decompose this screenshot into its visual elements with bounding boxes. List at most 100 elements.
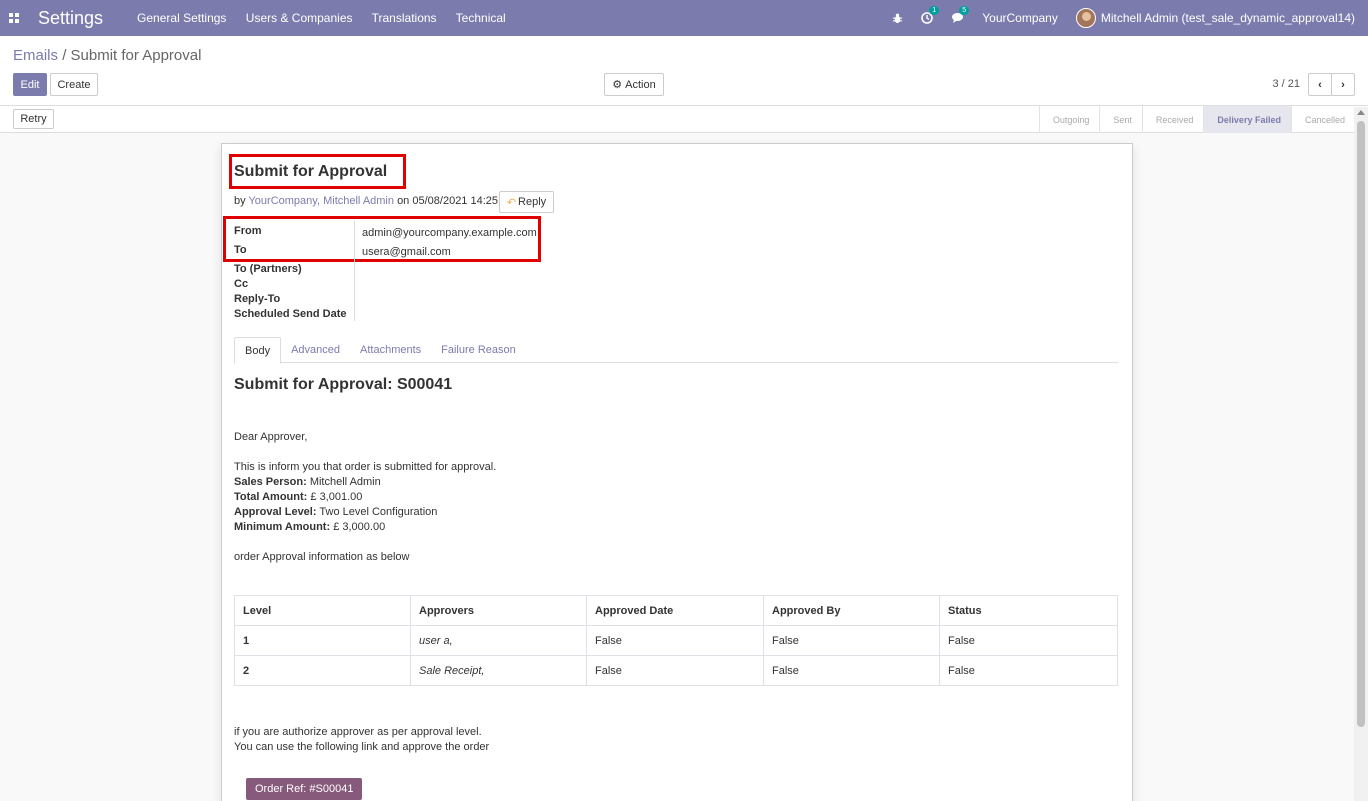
order-ref-button[interactable]: Order Ref: #S00041 (246, 778, 363, 800)
email-author-link[interactable]: YourCompany, Mitchell Admin (248, 195, 394, 207)
email-field-values: admin@yourcompany.example.com usera@gmai… (362, 224, 537, 262)
scrollbar-thumb[interactable] (1357, 121, 1365, 727)
tab-attachments[interactable]: Attachments (350, 337, 431, 363)
edit-button[interactable]: Edit (13, 73, 47, 96)
reply-icon: ↶ (506, 196, 517, 209)
cell-status: False (939, 625, 1118, 656)
user-name: Mitchell Admin (test_sale_dynamic_approv… (1100, 11, 1355, 25)
menu-technical[interactable]: Technical (456, 11, 506, 25)
body-footer: if you are authorize approver as per app… (234, 725, 489, 755)
scroll-up-arrow-icon[interactable] (1357, 110, 1365, 115)
meta-by: by (234, 195, 246, 207)
body-footer-line-2: You can use the following link and appro… (234, 741, 490, 753)
cell-approvers: user a, (410, 625, 587, 656)
tab-advanced[interactable]: Advanced (281, 337, 350, 363)
breadcrumb-separator: / (62, 47, 67, 64)
menu-general-settings[interactable]: General Settings (137, 11, 226, 25)
label-scheduled-send-date: Scheduled Send Date (234, 308, 347, 320)
col-approvers: Approvers (410, 595, 587, 626)
col-approved-by: Approved By (763, 595, 940, 626)
stage-received: Received (1141, 106, 1204, 133)
cell-approved-date: False (586, 625, 764, 656)
notebook-tabs: Body Advanced Attachments Failure Reason (234, 337, 1118, 364)
body-details: This is inform you that order is submitt… (234, 460, 496, 535)
body-total-amount: Total Amount: £ 3,001.00 (234, 491, 363, 503)
top-menu: General Settings Users & Companies Trans… (137, 11, 522, 25)
stage-sent: Sent (1099, 106, 1142, 133)
debug-bug-icon[interactable] (892, 13, 903, 24)
page-scrollbar[interactable] (1354, 107, 1368, 801)
navbar-systray: 1 5 YourCompany Mitchell Admin (test_sal… (892, 0, 1368, 36)
form-view-area: Submit for Approval by YourCompany, Mitc… (0, 134, 1354, 801)
control-panel: Emails / Submit for Approval Edit Create… (0, 36, 1368, 106)
user-menu[interactable]: Mitchell Admin (test_sale_dynamic_approv… (1075, 8, 1355, 28)
pager-next-button[interactable]: › (1331, 73, 1355, 96)
stage-cancelled: Cancelled (1290, 106, 1355, 133)
email-subject: Submit for Approval (234, 163, 388, 180)
email-date: 05/08/2021 14:25:11 (412, 195, 513, 207)
approval-table: Level Approvers Approved Date Approved B… (234, 595, 1118, 686)
label-to: To (234, 244, 247, 256)
chevron-right-icon: › (1341, 78, 1345, 91)
body-footer-line-1: if you are authorize approver as per app… (234, 726, 482, 738)
tab-body[interactable]: Body (234, 337, 282, 364)
menu-translations[interactable]: Translations (372, 11, 437, 25)
create-button[interactable]: Create (50, 73, 98, 96)
activity-clock-icon[interactable]: 1 (921, 6, 940, 24)
label-from: From (234, 225, 262, 237)
pager-previous-button[interactable]: ‹ (1308, 73, 1332, 96)
cell-approved-by: False (763, 625, 940, 656)
body-greeting: Dear Approver, (234, 431, 308, 443)
cell-level: 1 (234, 625, 411, 656)
activity-count-badge: 1 (929, 6, 940, 15)
col-status: Status (939, 595, 1118, 626)
breadcrumb-emails-link[interactable]: Emails (13, 47, 58, 64)
breadcrumb-current: Submit for Approval (70, 47, 202, 64)
stage-outgoing: Outgoing (1038, 106, 1100, 133)
to-value: usera@gmail.com (362, 246, 451, 258)
form-statusbar: Retry Outgoing Sent Received Delivery Fa… (0, 106, 1368, 133)
form-sheet: Submit for Approval by YourCompany, Mitc… (221, 143, 1133, 801)
user-avatar (1075, 8, 1096, 28)
retry-button[interactable]: Retry (13, 109, 54, 129)
label-to-partners: To (Partners) (234, 263, 302, 275)
body-info: order Approval information as below (234, 551, 410, 563)
pager-value[interactable]: 3 / 21 (1272, 78, 1300, 90)
stage-delivery-failed: Delivery Failed (1203, 106, 1291, 133)
cell-level: 2 (234, 655, 411, 686)
cell-status: False (939, 655, 1118, 686)
cell-approved-by: False (763, 655, 940, 686)
top-navbar: Settings General Settings Users & Compan… (0, 0, 1368, 36)
gear-icon: ⚙ (612, 79, 623, 91)
col-level: Level (234, 595, 411, 626)
col-approved-date: Approved Date (586, 595, 764, 626)
reply-button[interactable]: ↶ Reply (499, 191, 554, 213)
breadcrumb: Emails / Submit for Approval (13, 47, 201, 64)
table-row: 2 Sale Receipt, False False False (234, 655, 1118, 686)
status-stages: Outgoing Sent Received Delivery Failed C… (1038, 106, 1355, 133)
cell-approvers: Sale Receipt, (410, 655, 587, 686)
action-label: Action (625, 78, 656, 91)
from-value: admin@yourcompany.example.com (362, 227, 537, 239)
body-minimum-amount: Minimum Amount: £ 3,000.00 (234, 521, 386, 533)
email-meta: by YourCompany, Mitchell Admin on 05/08/… (234, 195, 513, 207)
menu-users-companies[interactable]: Users & Companies (246, 11, 353, 25)
meta-on: on (397, 195, 410, 207)
field-separator (354, 221, 355, 321)
apps-menu-icon[interactable] (0, 0, 28, 36)
label-reply-to: Reply-To (234, 293, 281, 305)
tab-failure-reason[interactable]: Failure Reason (431, 337, 526, 363)
label-cc: Cc (234, 278, 249, 290)
table-row: 1 user a, False False False (234, 625, 1118, 656)
body-intro: This is inform you that order is submitt… (234, 461, 497, 473)
action-button[interactable]: ⚙ Action (604, 73, 664, 96)
app-brand[interactable]: Settings (38, 8, 103, 29)
company-switcher[interactable]: YourCompany (982, 11, 1058, 25)
body-approval-level: Approval Level: Two Level Configuration (234, 506, 438, 518)
body-title: Submit for Approval: S00041 (234, 376, 453, 393)
cell-approved-date: False (586, 655, 764, 686)
messages-chat-icon[interactable]: 5 (951, 6, 970, 24)
table-header-row: Level Approvers Approved Date Approved B… (234, 595, 1118, 626)
chevron-left-icon: ‹ (1318, 78, 1322, 91)
reply-label: Reply (518, 196, 547, 208)
